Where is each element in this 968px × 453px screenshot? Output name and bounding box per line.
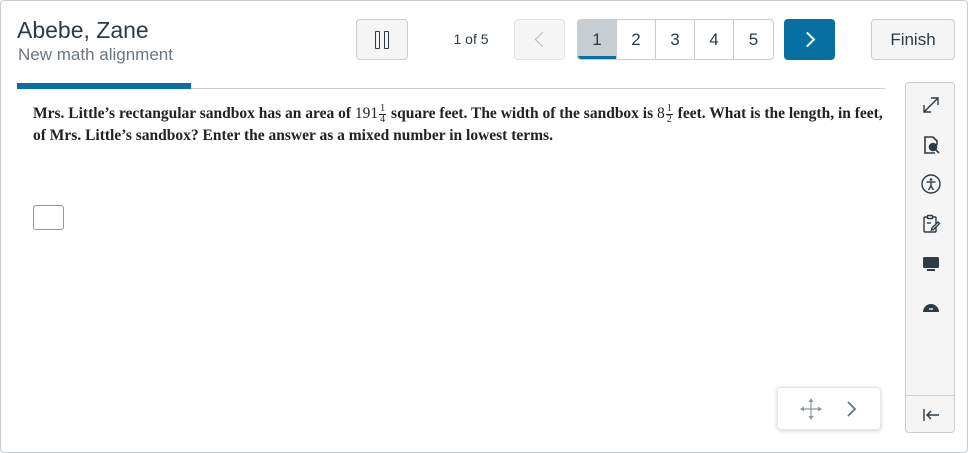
expand-icon[interactable] bbox=[919, 93, 943, 117]
page-selector: 1 2 3 4 5 bbox=[577, 19, 774, 60]
page-1-button[interactable]: 1 bbox=[578, 20, 617, 59]
accessibility-icon[interactable] bbox=[919, 172, 943, 196]
quiz-name: New math alignment bbox=[18, 45, 173, 64]
monitor-icon[interactable] bbox=[919, 251, 943, 275]
chevron-right-icon[interactable] bbox=[843, 398, 861, 420]
page-2-button[interactable]: 2 bbox=[617, 20, 656, 59]
question-position: 1 of 5 bbox=[453, 31, 489, 47]
answer-input[interactable] bbox=[33, 205, 64, 230]
progress-bar bbox=[17, 83, 191, 89]
pause-icon bbox=[375, 30, 380, 49]
question-text: Mrs. Little’s rectangular sandbox has an… bbox=[33, 102, 883, 144]
collapse-left-icon[interactable] bbox=[919, 403, 943, 427]
toolbar-divider bbox=[906, 395, 954, 396]
page-4-button[interactable]: 4 bbox=[695, 20, 734, 59]
chevron-right-icon bbox=[799, 31, 815, 48]
pause-button[interactable] bbox=[356, 19, 408, 60]
next-button[interactable] bbox=[784, 19, 835, 60]
notepad-icon[interactable] bbox=[919, 212, 943, 236]
chevron-left-icon bbox=[534, 31, 550, 48]
circle-icon[interactable] bbox=[919, 291, 943, 315]
finish-button[interactable]: Finish bbox=[871, 19, 955, 60]
previous-button[interactable] bbox=[514, 19, 565, 60]
student-name: Abebe, Zane bbox=[17, 17, 149, 43]
quiz-window: Abebe, Zane New math alignment 1 of 5 1 … bbox=[0, 0, 968, 453]
width-mixed-number: 812 bbox=[657, 102, 673, 125]
page-5-button[interactable]: 5 bbox=[734, 20, 773, 59]
page-3-button[interactable]: 3 bbox=[656, 20, 695, 59]
floating-navigation bbox=[777, 387, 881, 430]
area-mixed-number: 191 1 4 bbox=[354, 102, 387, 125]
tools-sidebar bbox=[905, 82, 955, 433]
magnifier-icon[interactable] bbox=[919, 133, 943, 157]
move-icon[interactable] bbox=[798, 396, 824, 422]
